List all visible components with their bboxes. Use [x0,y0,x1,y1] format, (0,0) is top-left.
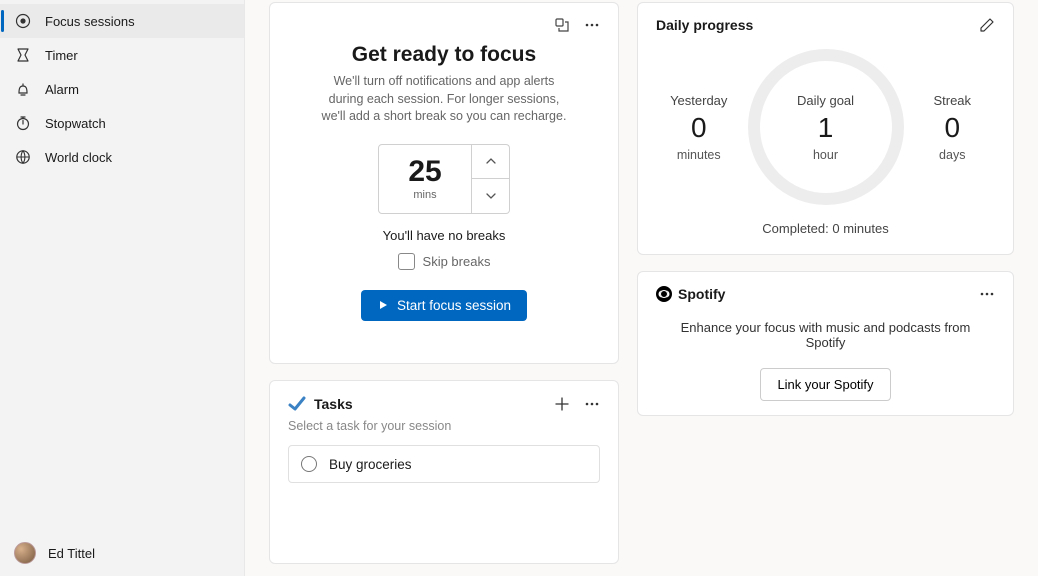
minutes-unit: mins [379,189,471,201]
main-content: Get ready to focus We'll turn off notifi… [245,0,1038,576]
minutes-display[interactable]: 25 mins [378,144,472,214]
spotify-text: Enhance your focus with music and podcas… [680,320,971,350]
yesterday-unit: minutes [656,148,742,162]
alarm-icon [14,80,32,98]
focus-title: Get ready to focus [288,43,600,67]
spotify-more-icon[interactable] [979,286,995,302]
link-spotify-label: Link your Spotify [777,377,873,392]
minutes-value: 25 [379,157,471,187]
sidebar-item-timer[interactable]: Timer [0,38,244,72]
avatar [14,542,36,564]
start-focus-label: Start focus session [397,298,511,313]
daily-progress-card: Daily progress Yesterday 0 minutes Daily… [637,2,1014,255]
tasks-more-icon[interactable] [584,396,600,412]
focus-subtitle: We'll turn off notifications and app ale… [316,73,572,126]
edit-icon[interactable] [979,17,995,33]
spotify-icon [656,286,672,302]
spotify-card: Spotify Enhance your focus with music an… [637,271,1014,416]
sidebar-item-label: World clock [45,150,112,165]
goal-label: Daily goal [797,93,854,108]
sidebar-item-focus-sessions[interactable]: Focus sessions [0,4,244,38]
sidebar-item-world-clock[interactable]: World clock [0,140,244,174]
goal-ring: Daily goal 1 hour [748,49,904,205]
streak-unit: days [910,148,996,162]
decrement-button[interactable] [472,178,510,214]
tasks-title: Tasks [314,396,353,412]
task-complete-radio[interactable] [301,456,317,472]
yesterday-label: Yesterday [656,93,742,108]
sidebar-item-label: Stopwatch [45,116,106,131]
add-task-icon[interactable] [554,396,570,412]
tasks-subtitle: Select a task for your session [288,419,600,433]
expand-icon[interactable] [554,17,570,33]
streak-stat: Streak 0 days [910,93,996,162]
yesterday-value: 0 [656,114,742,142]
sidebar-item-label: Focus sessions [45,14,135,29]
tasks-check-icon [288,395,306,413]
start-focus-button[interactable]: Start focus session [361,290,527,321]
focus-icon [14,12,32,30]
completed-text: Completed: 0 minutes [656,221,995,236]
sidebar-item-stopwatch[interactable]: Stopwatch [0,106,244,140]
link-spotify-button[interactable]: Link your Spotify [760,368,890,401]
skip-breaks-checkbox[interactable] [398,253,415,270]
sidebar-item-label: Timer [45,48,78,63]
skip-breaks-row[interactable]: Skip breaks [288,253,600,270]
minutes-stepper: 25 mins [378,144,510,214]
world-clock-icon [14,148,32,166]
sidebar-list: Focus sessions Timer Alarm Stopwatch Wor… [0,4,244,530]
breaks-text: You'll have no breaks [288,228,600,243]
focus-card: Get ready to focus We'll turn off notifi… [269,2,619,364]
task-item[interactable]: Buy groceries [288,445,600,483]
skip-breaks-label: Skip breaks [423,254,491,269]
sidebar-item-alarm[interactable]: Alarm [0,72,244,106]
play-icon [377,299,389,311]
user-footer[interactable]: Ed Tittel [0,530,244,576]
goal-value: 1 [818,114,834,142]
sidebar: Focus sessions Timer Alarm Stopwatch Wor… [0,0,245,576]
tasks-card: Tasks Select a task for your session Buy… [269,380,619,564]
streak-value: 0 [910,114,996,142]
timer-icon [14,46,32,64]
goal-unit: hour [813,148,838,162]
more-icon[interactable] [584,17,600,33]
sidebar-item-label: Alarm [45,82,79,97]
streak-label: Streak [910,93,996,108]
daily-progress-title: Daily progress [656,17,753,33]
stopwatch-icon [14,114,32,132]
task-label: Buy groceries [329,457,412,472]
user-name: Ed Tittel [48,546,95,561]
spotify-title: Spotify [678,286,725,302]
yesterday-stat: Yesterday 0 minutes [656,93,742,162]
increment-button[interactable] [472,144,510,179]
